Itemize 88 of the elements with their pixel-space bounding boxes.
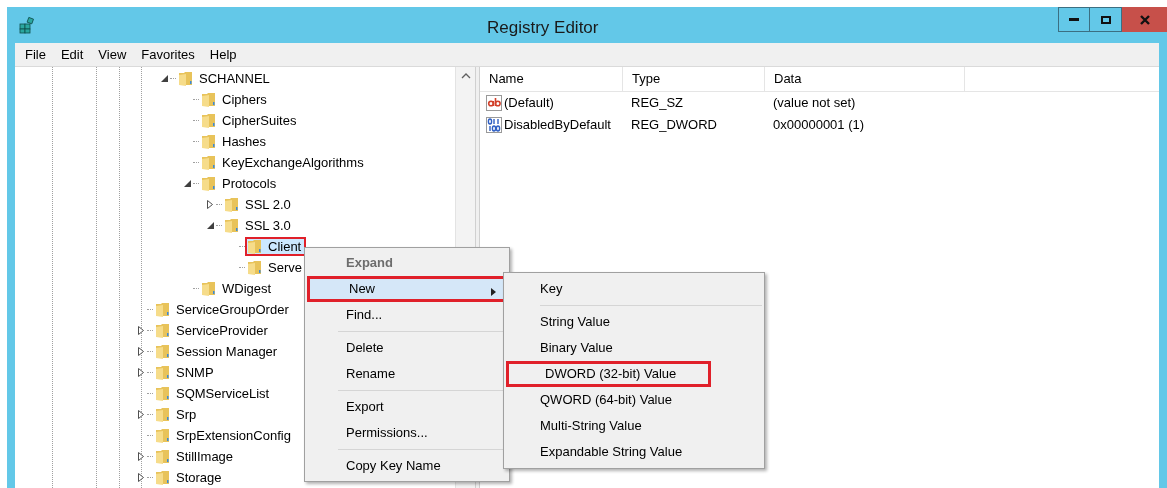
menu-item[interactable]: Rename xyxy=(307,361,507,387)
tree-item[interactable]: Client xyxy=(245,237,307,256)
tree-item[interactable]: CipherSuites xyxy=(199,111,302,130)
tree-item[interactable]: Protocols xyxy=(199,174,282,193)
folder-icon xyxy=(247,238,262,255)
menu-item[interactable]: QWORD (64-bit) Value xyxy=(504,387,764,413)
folder-icon xyxy=(224,196,239,213)
folder-icon xyxy=(155,322,170,339)
folder-icon xyxy=(201,91,216,108)
expanded-arrow-icon[interactable] xyxy=(183,180,191,187)
tree-item[interactable]: Session Manager xyxy=(153,342,283,361)
menu-item[interactable]: Permissions... xyxy=(307,420,507,446)
column-header[interactable]: Data xyxy=(765,67,965,91)
value-name[interactable]: DisabledByDefault xyxy=(504,115,611,135)
tree-item[interactable]: KeyExchangeAlgorithms xyxy=(199,153,369,172)
window-title: Registry Editor xyxy=(487,17,599,39)
folder-icon xyxy=(155,427,170,444)
maximize-button[interactable] xyxy=(1090,7,1122,32)
tree-item[interactable]: Storage xyxy=(153,468,227,487)
collapsed-arrow-icon[interactable] xyxy=(138,347,144,356)
tree-item[interactable]: SNMP xyxy=(153,363,219,382)
folder-icon xyxy=(224,217,239,234)
tree-item[interactable]: WDigest xyxy=(199,279,277,298)
column-header[interactable]: Name xyxy=(480,67,623,91)
menu-item[interactable]: Binary Value xyxy=(504,335,764,361)
menu-item[interactable]: Edit xyxy=(54,44,90,65)
value-type: REG_DWORD xyxy=(630,116,718,135)
collapsed-arrow-icon[interactable] xyxy=(138,452,144,461)
menu-item[interactable]: View xyxy=(92,44,133,65)
folder-icon xyxy=(155,385,170,402)
menu-item[interactable]: DWORD (32-bit) Value xyxy=(506,361,711,387)
menu-item[interactable]: Delete xyxy=(307,335,507,361)
string-value-icon xyxy=(486,95,502,111)
tree-item[interactable]: SSL 3.0 xyxy=(222,216,296,235)
folder-icon xyxy=(155,406,170,423)
tree-item[interactable]: Srp xyxy=(153,405,202,424)
folder-icon xyxy=(201,133,216,150)
menu-item[interactable]: Help xyxy=(203,44,243,65)
menu-item[interactable]: Key xyxy=(504,276,764,302)
value-type: REG_SZ xyxy=(630,94,684,113)
menu-item[interactable]: File xyxy=(19,44,52,65)
tree-item[interactable]: SQMServiceList xyxy=(153,384,275,403)
expanded-arrow-icon[interactable] xyxy=(160,75,168,82)
value-data: 0x00000001 (1) xyxy=(772,116,865,135)
folder-icon xyxy=(155,364,170,381)
maximize-icon xyxy=(1100,15,1111,24)
value-name[interactable]: (Default) xyxy=(504,93,554,113)
folder-icon xyxy=(201,175,216,192)
tree-item[interactable]: SrpExtensionConfig xyxy=(153,426,296,445)
menu-item[interactable]: Export xyxy=(307,394,507,420)
menu-item[interactable]: String Value xyxy=(504,309,764,335)
scroll-up-icon[interactable] xyxy=(460,73,471,79)
close-button[interactable] xyxy=(1122,7,1167,32)
folder-icon xyxy=(201,154,216,171)
menu-item[interactable]: Multi-String Value xyxy=(504,413,764,439)
tree-item[interactable]: ServiceProvider xyxy=(153,321,273,340)
folder-icon xyxy=(247,259,262,276)
expanded-arrow-icon[interactable] xyxy=(206,222,214,229)
binary-value-icon xyxy=(486,117,502,133)
folder-icon xyxy=(201,280,216,297)
menu-item[interactable]: Expandable String Value xyxy=(504,439,764,465)
menu-item[interactable]: Find... xyxy=(307,302,507,328)
collapsed-arrow-icon[interactable] xyxy=(138,368,144,377)
menu-item[interactable]: Copy Key Name xyxy=(307,453,507,479)
tree-item[interactable]: Serve xyxy=(245,258,307,277)
collapsed-arrow-icon[interactable] xyxy=(138,410,144,419)
value-data: (value not set) xyxy=(772,94,856,113)
folder-icon xyxy=(178,70,193,87)
tree-item[interactable]: StillImage xyxy=(153,447,239,466)
folder-icon xyxy=(155,343,170,360)
collapsed-arrow-icon[interactable] xyxy=(138,473,144,482)
collapsed-arrow-icon[interactable] xyxy=(138,326,144,335)
tree-item[interactable]: ServiceGroupOrder xyxy=(153,300,294,319)
tree-item[interactable]: SSL 2.0 xyxy=(222,195,296,214)
minimize-button[interactable] xyxy=(1058,7,1090,32)
menu-item[interactable]: Favorites xyxy=(135,44,201,65)
collapsed-arrow-icon[interactable] xyxy=(207,200,213,209)
tree-item[interactable]: Ciphers xyxy=(199,90,272,109)
registry-cubes-icon xyxy=(18,16,36,34)
tree-item[interactable]: Hashes xyxy=(199,132,272,151)
close-icon xyxy=(1139,14,1150,25)
minimize-icon xyxy=(1069,18,1079,21)
column-header[interactable]: Type xyxy=(623,67,765,91)
folder-icon xyxy=(155,469,170,486)
folder-icon xyxy=(201,112,216,129)
folder-icon xyxy=(155,301,170,318)
tree-item[interactable]: SCHANNEL xyxy=(176,69,275,88)
folder-icon xyxy=(155,448,170,465)
